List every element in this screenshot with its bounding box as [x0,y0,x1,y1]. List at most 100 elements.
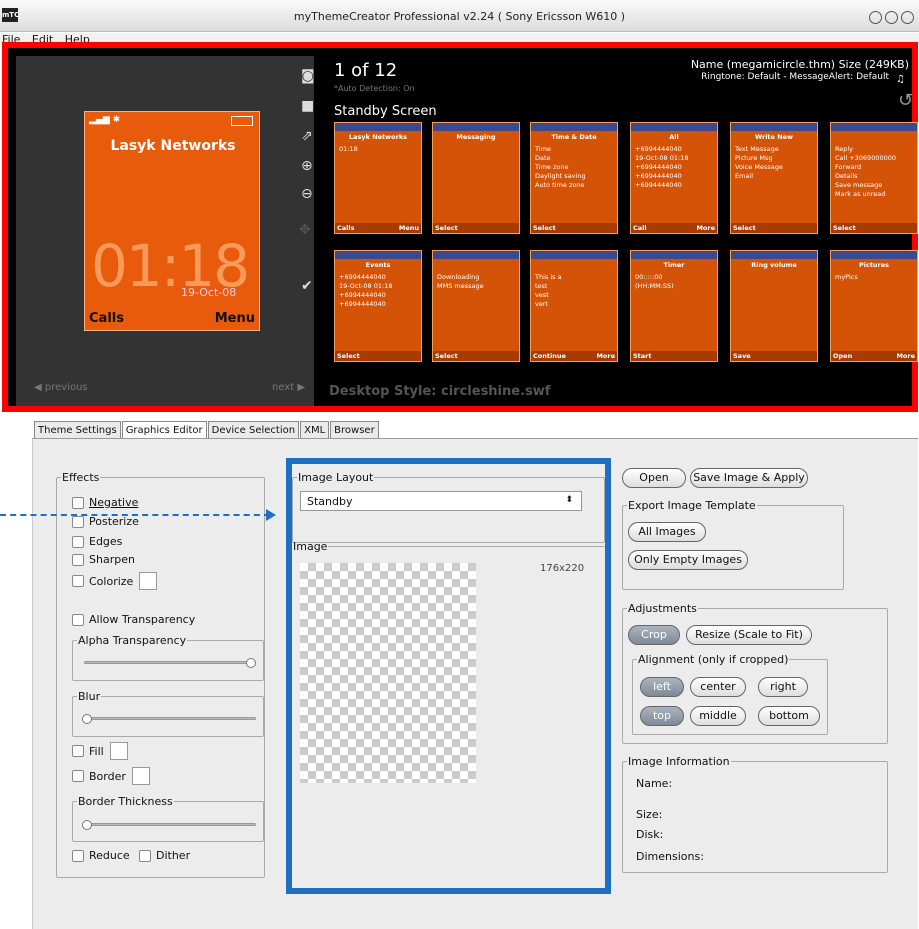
dither-checkbox[interactable]: Dither [139,849,190,862]
right-arrow-icon: ▶ [297,382,306,393]
border-thickness-knob[interactable] [82,820,92,830]
status-bar [831,123,917,131]
resize-button[interactable]: Resize (Scale to Fit) [686,625,812,645]
softkey-right: More [596,352,615,360]
tab-xml[interactable]: XML [300,421,330,439]
screen-thumbnail[interactable]: Write New Text Message Picture Msg Voice Me… [730,122,818,234]
thumbnail-line: Date [535,154,551,162]
align-bottom-button[interactable]: bottom [758,706,820,726]
screen-thumbnail[interactable]: Reply Call +3069000000 Forward Details Save … [830,122,918,234]
only-empty-images-button[interactable]: Only Empty Images [628,550,748,570]
alpha-slider[interactable] [84,661,256,664]
save-apply-button[interactable]: Save Image & Apply [690,468,808,488]
thumbnail-line: +6994444040 [339,291,386,299]
screen-thumbnail[interactable]: This is a test vest vert Continue More [530,250,618,362]
status-bar [831,251,917,259]
window-button-icon[interactable] [869,11,882,24]
blur-slider-knob[interactable] [82,714,92,724]
thumbnail-body: +6994444040 19-Oct-08 01:18 +6994444040 +69… [635,145,713,190]
thumbnail-header: Ring volume [751,261,797,269]
theme-name: Name (megamicircle.thm) Size (249KB) [690,58,909,71]
window-button-icon[interactable] [885,11,898,24]
refresh-icon[interactable]: ↺ [898,90,913,111]
tab-theme-settings[interactable]: Theme Settings [34,421,121,439]
thumbnail-header: Events [365,261,391,269]
tab-device-selection[interactable]: Device Selection [207,421,300,439]
alignment-legend: Alignment (only if cropped) [638,653,789,666]
tab-browser[interactable]: Browser [330,421,379,439]
sharpen-checkbox[interactable]: Sharpen [72,553,135,566]
zoom-out-icon[interactable]: ⊖ [301,186,313,202]
border-checkbox[interactable]: Border [72,767,150,785]
softkey-left: Call [633,224,647,232]
screen-thumbnail[interactable]: Timer 00:::::00 (HH:MM:SS) Start [630,250,718,362]
move-icon[interactable]: ✥ [299,222,311,238]
check-icon[interactable]: ✔ [301,278,313,294]
checkbox-icon [72,849,84,862]
thumbnail-body: Text Message Picture Msg Voice Message Emai… [735,145,813,181]
thumbnail-line: 01:18 [339,145,358,153]
screen-thumbnail[interactable]: Time & Date Time Date Time zone Daylight sav… [530,122,618,234]
window-button-icon[interactable] [901,11,914,24]
alpha-slider-knob[interactable] [246,658,256,668]
arrow-head-icon [266,509,276,521]
posterize-checkbox[interactable]: Posterize [72,515,139,528]
all-images-button[interactable]: All Images [628,522,706,542]
softkey-left: Select [435,352,458,360]
allow-transparency-checkbox[interactable]: Allow Transparency [72,613,195,626]
align-right-button[interactable]: right [758,677,808,697]
screen-thumbnail[interactable]: Ring volume Save [730,250,818,362]
align-middle-button[interactable]: middle [690,706,746,726]
fill-swatch[interactable] [109,742,128,760]
info-dimensions: Dimensions: [636,850,704,863]
screenshot-icon[interactable]: ◙ [301,68,315,84]
edges-checkbox[interactable]: Edges [72,535,122,548]
align-top-button[interactable]: top [640,706,684,726]
colorize-swatch[interactable] [139,572,158,590]
thumbnail-softkeys: Call More [631,223,717,233]
colorize-checkbox[interactable]: Colorize [72,572,158,590]
align-center-button[interactable]: center [690,677,746,697]
thumbnail-line: Voice Message [735,163,783,171]
screen-thumbnail[interactable]: Messaging Select [432,122,520,234]
thumbnail-header: Timer [663,261,685,269]
reduce-checkbox[interactable]: Reduce [72,849,130,862]
date: 19-Oct-08 [181,286,237,299]
export-icon[interactable]: ⇗ [301,128,313,144]
status-bar [335,123,421,131]
blur-legend: Blur [78,690,101,703]
crop-button[interactable]: Crop [628,625,680,645]
thumbnail-line: +6994444040 [635,145,682,153]
tab-graphics-editor[interactable]: Graphics Editor [121,421,207,439]
status-bar [433,123,519,131]
negative-checkbox[interactable]: Negative [72,496,138,509]
screen-thumbnail[interactable]: All +6994444040 19-Oct-08 01:18 +6994444040… [630,122,718,234]
checkbox-icon [72,553,84,566]
thumbnail-line: Text Message [735,145,779,153]
zoom-in-icon[interactable]: ⊕ [301,158,313,174]
align-left-button[interactable]: left [640,677,684,697]
next-button[interactable]: next ▶ [272,382,305,393]
screen-thumbnail[interactable]: Downloading MMS message Select [432,250,520,362]
open-button[interactable]: Open [622,468,686,488]
screen-thumbnail[interactable]: Pictures myPics Open More [830,250,918,362]
fill-checkbox[interactable]: Fill [72,742,128,760]
status-bar [531,123,617,131]
thumbnail-softkeys: Select [531,223,617,233]
screen-thumbnail[interactable]: Lasyk Networks 01:18 Calls Menu [334,122,422,234]
reduce-label: Reduce [89,849,130,862]
colorize-label: Colorize [89,574,134,588]
status-bar [631,251,717,259]
border-swatch[interactable] [131,767,150,785]
previous-button[interactable]: ◀ previous [34,382,88,393]
screen-thumbnail[interactable]: Events +6994444040 19-Oct-08 01:18 +6994444… [334,250,422,362]
blur-slider[interactable] [84,717,256,720]
border-label: Border [89,769,126,783]
alpha-transparency-group: Alpha Transparency [72,634,264,681]
thumbnail-line: vert [535,300,549,308]
desktop-style: Desktop Style: circleshine.swf [329,384,551,399]
border-thickness-slider[interactable] [84,823,256,826]
camera-icon[interactable]: ■ [301,98,314,114]
softkey-right: More [696,224,715,232]
thumbnail-line: This is a [535,273,562,281]
